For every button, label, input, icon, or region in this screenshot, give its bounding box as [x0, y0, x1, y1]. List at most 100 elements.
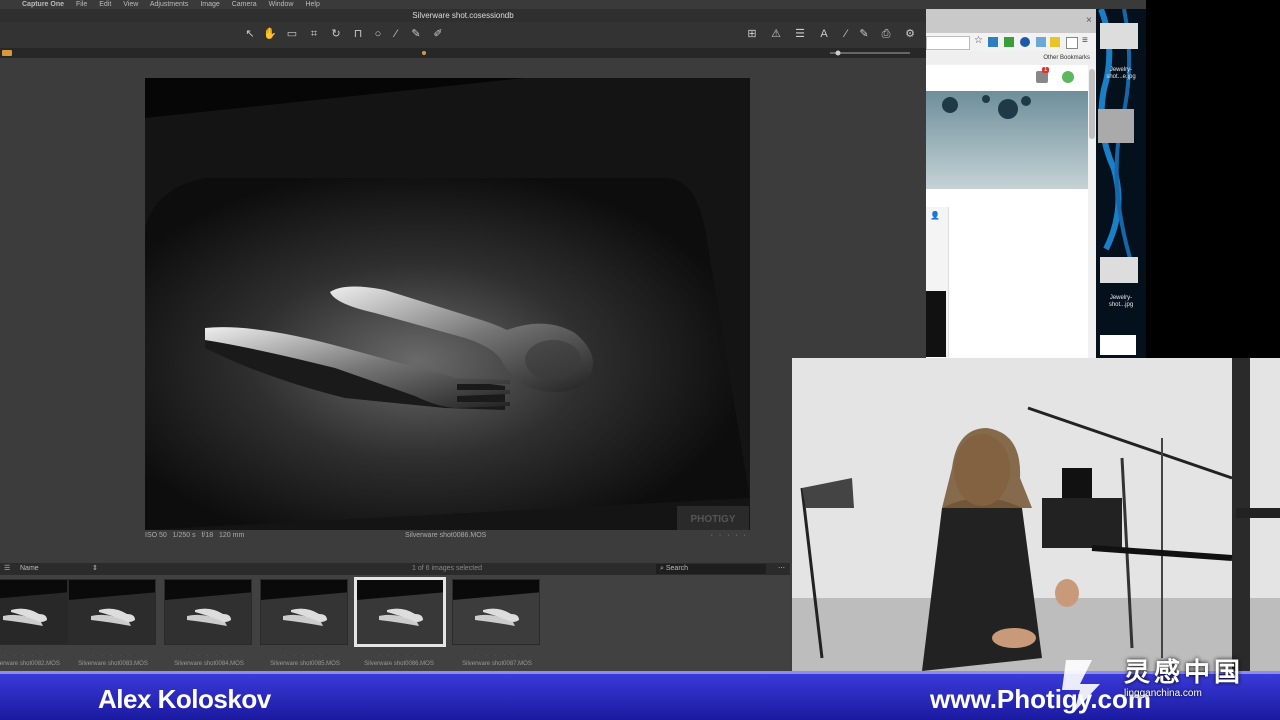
presenter-name: Alex Koloskov — [98, 684, 271, 714]
mac-menu-bar: Capture One File Edit View Adjustments I… — [0, 0, 1146, 9]
watermark-url: lingganchina.com — [1124, 688, 1202, 699]
thumbnail-rating[interactable]: · · · · · — [452, 653, 542, 659]
menu-edit[interactable]: Edit — [99, 1, 111, 8]
gear-icon[interactable]: ⚙ — [902, 27, 918, 41]
menu-camera[interactable]: Camera — [232, 1, 257, 8]
scrollbar[interactable] — [1088, 65, 1096, 358]
rotate-tool-icon[interactable]: ↻ — [328, 27, 344, 41]
list-view-icon[interactable]: ☰ — [4, 563, 10, 575]
extension-icon[interactable] — [1066, 37, 1078, 49]
thumbnail-rating[interactable]: · · · · · — [68, 653, 158, 659]
bookmarks-bar: Other Bookmarks — [926, 51, 1096, 65]
filmstrip: · · · · · Silverware shot0082.MOS · · · · … — [0, 575, 790, 671]
eraser-icon[interactable]: ✐ — [430, 27, 446, 41]
extension-icon[interactable] — [1020, 37, 1030, 47]
eyedropper-icon[interactable]: ⁄ — [388, 27, 404, 41]
web-browser-window: × ☆ ≡ Other Bookmarks 1 👤 — [926, 9, 1096, 358]
desktop-file-label[interactable]: Jewelry-shot...e.jpg — [1098, 67, 1144, 81]
presenter-webcam — [792, 358, 1280, 671]
image-viewer: PHOTIGY ISO 50 1/250 s f/18 120 mm Silve… — [0, 58, 926, 563]
browser-address-bar[interactable]: ☆ ≡ — [926, 33, 1096, 51]
text-icon[interactable]: A — [816, 27, 832, 41]
sort-direction-icon[interactable]: ⇕ — [92, 563, 98, 575]
file-thumbnail[interactable] — [1100, 257, 1138, 283]
svg-text:PHOTIGY: PHOTIGY — [690, 514, 735, 525]
print-icon[interactable]: ⎙ — [878, 27, 894, 41]
menu-view[interactable]: View — [123, 1, 138, 8]
brush-alt-icon[interactable]: ✎ — [856, 27, 872, 41]
selection-count: 1 of 6 images selected — [412, 565, 483, 572]
main-photo[interactable]: PHOTIGY — [145, 78, 750, 530]
search-input[interactable]: ⌕ Search — [656, 564, 766, 574]
presenter-video — [792, 358, 1280, 671]
toolbar: ↖ ✋ ▭ ⌗ ↻ ⊓ ○ ⁄ ✎ ✐ ⊞ ⚠ ☰ A ⁄ ✎ ⎙ ⚙ — [0, 22, 926, 48]
extension-icon[interactable] — [1050, 37, 1060, 47]
file-thumbnail[interactable] — [1100, 335, 1136, 355]
crop-tool-icon[interactable]: ⌗ — [306, 27, 322, 41]
list-icon[interactable]: ☰ — [792, 27, 808, 41]
menu-adjustments[interactable]: Adjustments — [150, 1, 189, 8]
menu-file[interactable]: File — [76, 1, 87, 8]
watermark-text: 灵感中国 — [1124, 657, 1245, 687]
filmstrip-thumbnail[interactable] — [354, 577, 446, 647]
star-icon[interactable]: ☆ — [974, 35, 983, 46]
menu-image[interactable]: Image — [200, 1, 219, 8]
menu-icon[interactable]: ≡ — [1082, 35, 1088, 46]
focal-value: 120 mm — [218, 532, 245, 539]
browser-toolbar: ☰ Name ⇕ 1 of 6 images selected ⌕ Search… — [0, 563, 790, 575]
search-icon: ⌕ — [660, 565, 664, 572]
filmstrip-thumbnail[interactable] — [0, 579, 68, 645]
search-placeholder: Search — [665, 565, 689, 572]
extension-icon[interactable] — [1004, 37, 1014, 47]
brush-icon[interactable]: ✎ — [408, 27, 424, 41]
iso-value: ISO 50 — [145, 532, 167, 539]
extension-icon[interactable] — [988, 37, 998, 47]
file-thumbnail[interactable] — [1098, 109, 1134, 143]
thumbnail-caption: Silverware shot0083.MOS — [78, 661, 148, 667]
page-dark-block — [926, 291, 946, 357]
filmstrip-thumbnail[interactable] — [68, 579, 156, 645]
thumbnail-caption: Silverware shot0085.MOS — [270, 661, 340, 667]
scrollbar-thumb[interactable] — [1089, 69, 1095, 139]
shutter-value: 1/250 s — [172, 532, 196, 539]
thumbnail-caption: Silverware shot0084.MOS — [174, 661, 244, 667]
menu-help[interactable]: Help — [305, 1, 319, 8]
filmstrip-thumbnail[interactable] — [260, 579, 348, 645]
desktop-file-label[interactable]: Jewelry-shot...jpg — [1098, 295, 1144, 309]
thumbnail-rating[interactable]: · · · · · — [164, 653, 254, 659]
thumbnail-rating[interactable]: · · · · · — [0, 653, 70, 659]
spot-removal-icon[interactable]: ○ — [370, 27, 386, 41]
sort-select[interactable]: Name — [20, 563, 39, 575]
menu-window[interactable]: Window — [269, 1, 294, 8]
browser-tabs: × — [926, 9, 1096, 33]
thumbnail-caption: Silverware shot0086.MOS — [364, 661, 434, 667]
other-bookmarks-link[interactable]: Other Bookmarks — [1043, 51, 1090, 65]
select-tool-icon[interactable]: ↖ — [242, 27, 258, 41]
chat-icon[interactable] — [1062, 71, 1074, 83]
capture-one-window: Silverware shot.cosessiondb ↖ ✋ ▭ ⌗ ↻ ⊓ … — [0, 9, 926, 671]
viewer-filename: Silverware shot0086.MOS — [405, 532, 487, 539]
picker-icon[interactable]: ⁄ — [838, 27, 854, 41]
photo-info-bar: ISO 50 1/250 s f/18 120 mm Silverware sh… — [145, 532, 750, 542]
extension-icon[interactable] — [1036, 37, 1046, 47]
browser-menu-icon[interactable]: ⋯ — [778, 563, 785, 575]
pan-tool-icon[interactable]: ✋ — [262, 27, 278, 41]
thumbnail-rating[interactable]: · · · · · — [260, 653, 350, 659]
menu-app[interactable]: Capture One — [22, 1, 64, 8]
grid-view-icon[interactable]: ⊞ — [744, 27, 760, 41]
tool-strip — [0, 48, 926, 58]
viewer-rating[interactable]: · · · · · — [711, 532, 748, 539]
filmstrip-thumbnail[interactable] — [452, 579, 540, 645]
user-icon[interactable]: 👤 — [930, 211, 940, 220]
zoom-slider[interactable] — [0, 48, 926, 58]
close-icon[interactable]: × — [1086, 15, 1092, 26]
url-field[interactable] — [926, 36, 970, 50]
filmstrip-thumbnail[interactable] — [164, 579, 252, 645]
page-hero-image — [926, 91, 1088, 189]
warning-icon[interactable]: ⚠ — [768, 27, 784, 41]
thumbnail-rating[interactable]: · · · · · — [354, 653, 444, 659]
loupe-tool-icon[interactable]: ▭ — [284, 27, 300, 41]
file-thumbnail[interactable] — [1100, 23, 1138, 49]
keystone-tool-icon[interactable]: ⊓ — [350, 27, 366, 41]
desktop: Jewelry-shot...e.jpg Jewelry-shot...jpg — [1096, 9, 1146, 358]
